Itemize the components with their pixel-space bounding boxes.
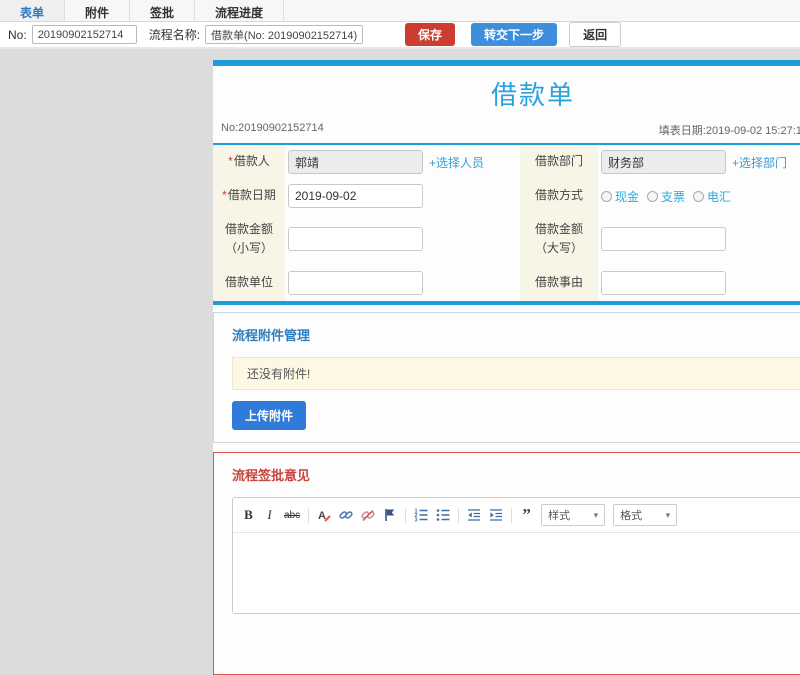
radio-cheque[interactable]: 支票 — [647, 188, 685, 205]
editor-toolbar: B I abc A 123 ” 样式 ▾ 格式 ▾ — [233, 498, 800, 533]
loan-unit-input[interactable] — [288, 271, 423, 295]
toolbar-separator — [308, 507, 310, 523]
outdent-icon[interactable] — [467, 508, 481, 523]
approval-section: 流程签批意见 B I abc A 1 2 3 ” 样式 ▾ 格式 ▾ — [213, 452, 800, 675]
loan-form-document: 借款单 No:20190902152714 填表日期:2019-09-02 15… — [213, 60, 800, 675]
amount-lowercase-input[interactable] — [288, 227, 423, 251]
remove-format-icon[interactable]: A — [317, 508, 331, 523]
link-icon[interactable] — [339, 508, 353, 523]
select-person-link[interactable]: +选择人员 — [429, 154, 484, 171]
no-label: No: — [8, 27, 27, 42]
loan-reason-label: 借款事由 — [520, 265, 598, 301]
borrower-label: *借款人 — [213, 145, 285, 179]
loan-date-label: *借款日期 — [213, 179, 285, 213]
amount-uppercase-input[interactable] — [601, 227, 726, 251]
chevron-down-icon: ▾ — [665, 509, 671, 520]
select-department-link[interactable]: +选择部门 — [732, 154, 787, 171]
toolbar-separator — [405, 507, 407, 523]
attachments-heading: 流程附件管理 — [232, 328, 311, 343]
numbered-list-icon[interactable]: 123 — [414, 508, 428, 523]
page-title: 借款单 — [490, 80, 575, 110]
tab-progress[interactable]: 流程进度 — [195, 0, 285, 21]
bulleted-list-icon[interactable] — [436, 508, 450, 523]
back-button[interactable]: 返回 — [569, 22, 622, 47]
no-input[interactable] — [31, 25, 137, 44]
no-attachments-alert: 还没有附件! — [232, 357, 800, 390]
department-input[interactable] — [601, 150, 726, 174]
style-dropdown[interactable]: 样式 ▾ — [541, 504, 606, 526]
save-button[interactable]: 保存 — [405, 23, 456, 46]
rich-text-editor: B I abc A 123 ” 样式 ▾ 格式 ▾ — [232, 497, 800, 614]
toolbar-separator — [458, 507, 460, 523]
loan-date-input[interactable] — [288, 184, 423, 208]
tab-attachments[interactable]: 附件 — [65, 0, 131, 21]
approval-heading: 流程签批意见 — [232, 468, 311, 483]
editor-content-area[interactable] — [233, 533, 800, 613]
radio-button-icon[interactable] — [693, 190, 705, 202]
required-asterisk: * — [222, 188, 227, 203]
chevron-down-icon: ▾ — [593, 509, 599, 520]
toolbar-separator — [511, 507, 513, 523]
radio-cash[interactable]: 现金 — [601, 188, 639, 205]
amount-lowercase-label: 借款金额（小写） — [213, 213, 285, 265]
attachments-section: 流程附件管理 还没有附件! 上传附件 — [213, 312, 800, 443]
payment-method-label: 借款方式 — [520, 179, 598, 213]
blockquote-icon[interactable]: ” — [520, 505, 533, 524]
radio-button-icon[interactable] — [647, 190, 659, 202]
loan-unit-label: 借款单位 — [213, 265, 285, 301]
tab-bar: 表单 附件 签批 流程进度 — [0, 0, 800, 22]
department-label: 借款部门 — [520, 145, 598, 179]
flow-name-input[interactable] — [205, 25, 364, 44]
flow-name-label: 流程名称: — [148, 28, 201, 42]
loan-form-table: *借款人 +选择人员 借款部门 +选择部门 *借款日期 借款方式 现金 — [213, 143, 800, 305]
anchor-flag-icon[interactable] — [383, 508, 397, 523]
borrower-input[interactable] — [288, 150, 423, 174]
radio-wire-transfer[interactable]: 电汇 — [693, 188, 731, 205]
radio-button-icon[interactable] — [601, 190, 612, 202]
loan-reason-input[interactable] — [601, 271, 726, 295]
forward-next-step-button[interactable]: 转交下一步 — [471, 23, 558, 46]
strikethrough-icon[interactable]: abc — [284, 508, 300, 523]
amount-uppercase-label: 借款金额（大写） — [520, 213, 598, 265]
indent-icon[interactable] — [489, 508, 503, 523]
bold-icon[interactable]: B — [242, 507, 255, 523]
format-dropdown[interactable]: 格式 ▾ — [613, 504, 678, 526]
svg-text:3: 3 — [415, 518, 418, 523]
upload-attachment-button[interactable]: 上传附件 — [232, 401, 307, 430]
required-asterisk: * — [228, 154, 233, 169]
unlink-icon[interactable] — [361, 508, 375, 523]
action-toolbar: No: 流程名称: 保存 转交下一步 返回 — [0, 22, 800, 49]
tab-form[interactable]: 表单 — [0, 0, 66, 21]
document-number: No:20190902152714 — [221, 122, 324, 134]
tab-approval[interactable]: 签批 — [130, 0, 196, 21]
fill-date: 填表日期:2019-09-02 15:27:14 — [658, 125, 800, 137]
document-meta: No:20190902152714 填表日期:2019-09-02 15:27:… — [213, 118, 800, 143]
italic-icon[interactable]: I — [263, 507, 276, 523]
payment-method-options: 现金 支票 电汇 — [601, 188, 731, 205]
